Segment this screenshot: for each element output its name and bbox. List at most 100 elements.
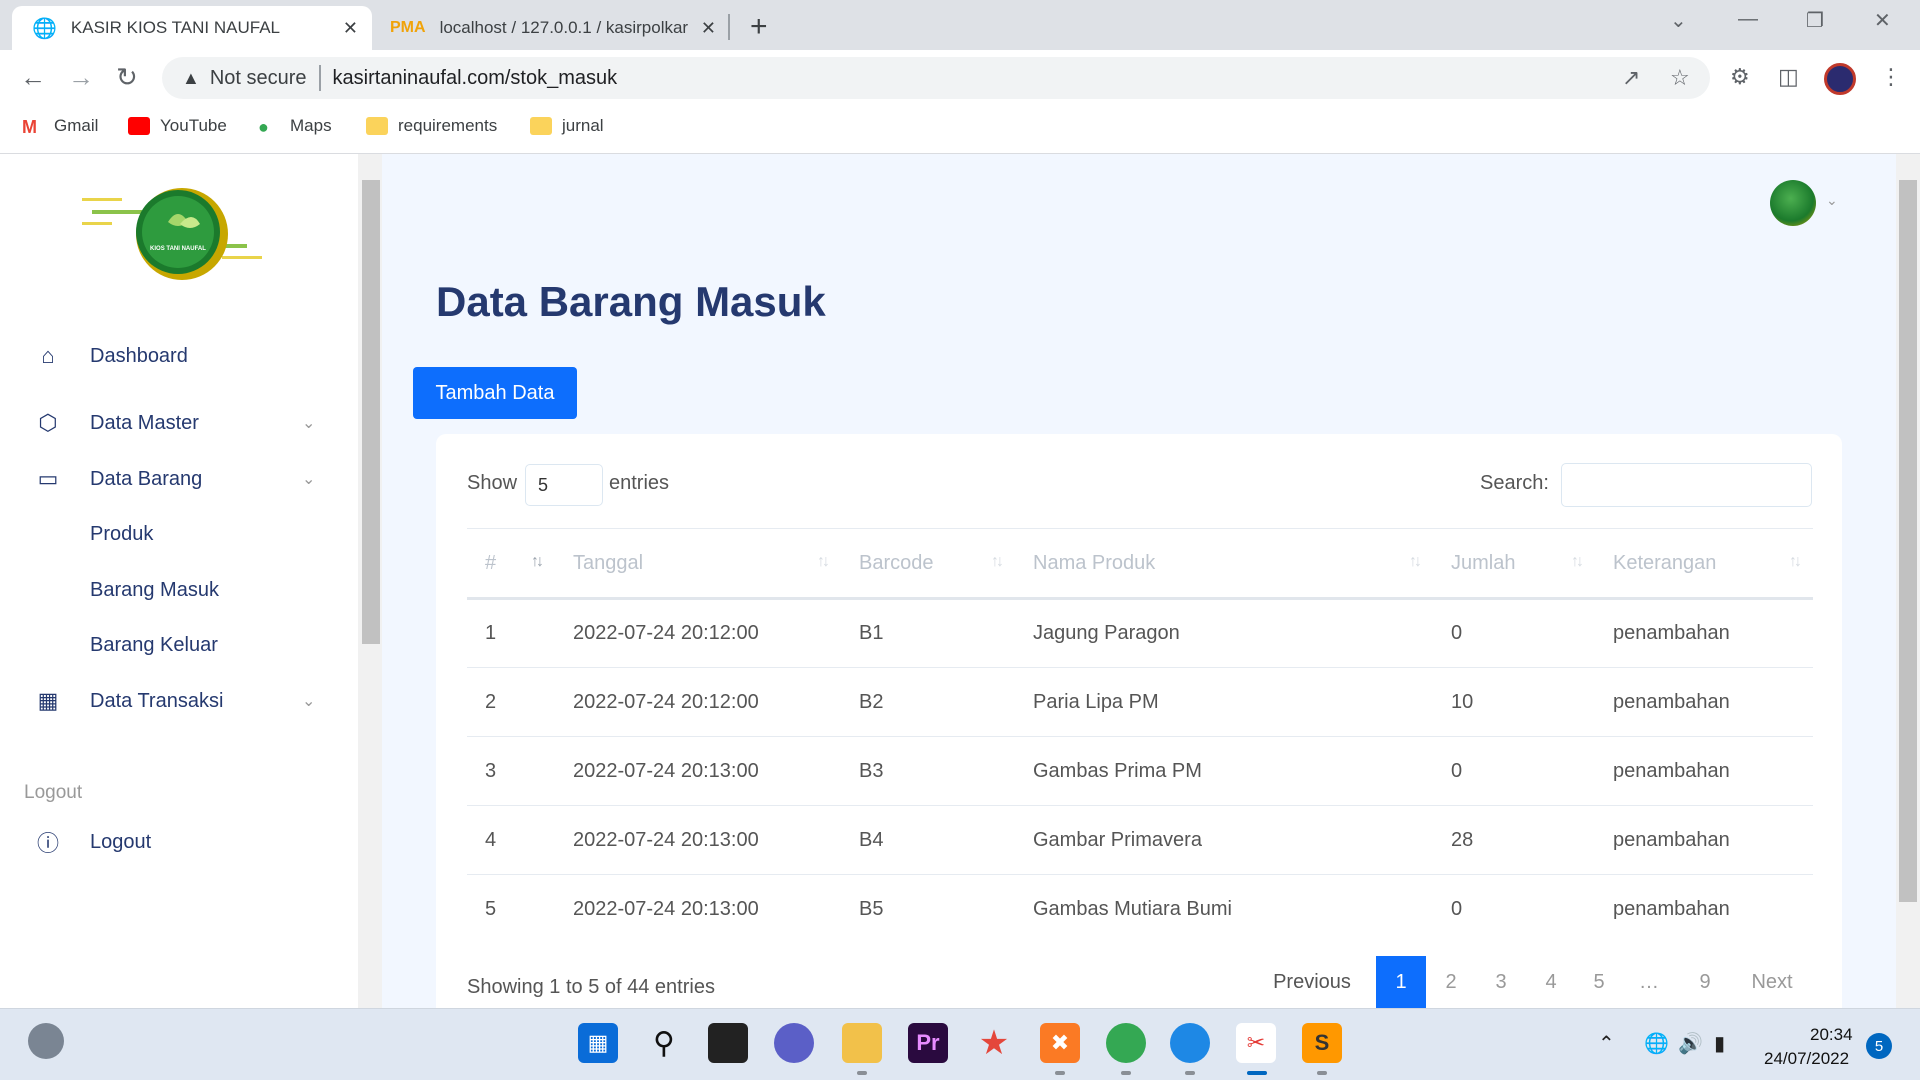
table-header-row: # ↑↓ Tanggal ↑↓ Barcode ↑↓ Nama Produk ↑↓ Ju… <box>467 528 1813 600</box>
globe-network-icon[interactable]: 🌐 <box>1644 1031 1669 1056</box>
restore-button[interactable]: ❐ <box>1806 8 1824 33</box>
chevron-up-icon[interactable]: ⌃ <box>1598 1031 1615 1056</box>
close-window-button[interactable]: ✕ <box>1874 8 1891 33</box>
sidebar-item-label: Data Barang <box>90 467 203 490</box>
header-label: Jumlah <box>1451 551 1516 574</box>
address-bar[interactable]: ▲ Not secure kasirtaninaufal.com/stok_ma… <box>162 57 1710 99</box>
star-icon[interactable]: ☆ <box>1670 65 1690 91</box>
bookmark-youtube[interactable]: YouTube <box>128 116 227 136</box>
column-header-tanggal[interactable]: Tanggal ↑↓ <box>555 528 841 600</box>
star-app-icon[interactable]: ★ <box>974 1023 1014 1063</box>
pagination-page-5[interactable]: 5 <box>1574 956 1624 1008</box>
clock-time[interactable]: 20:34 <box>1810 1025 1853 1045</box>
security-label[interactable]: Not secure <box>210 67 307 90</box>
sidebar-subitem-produk[interactable]: Produk <box>0 514 358 554</box>
column-header-nama-produk[interactable]: Nama Produk ↑↓ <box>1015 528 1433 600</box>
file-explorer-icon[interactable] <box>842 1023 882 1063</box>
table-row: 4 2022-07-24 20:13:00 B4 Gambar Primaver… <box>467 805 1813 875</box>
add-data-button[interactable]: Tambah Data <box>413 367 577 419</box>
forward-icon[interactable]: → <box>68 62 94 93</box>
start-icon[interactable]: ▦ <box>578 1023 618 1063</box>
back-icon[interactable]: ← <box>20 62 46 93</box>
pagination-page-9[interactable]: 9 <box>1680 956 1730 1008</box>
bookmark-maps[interactable]: ● Maps <box>258 116 332 137</box>
sidebar-item-data-barang[interactable]: ▭ Data Barang ⌄ <box>0 459 358 499</box>
sidebar-item-dashboard[interactable]: ⌂ Dashboard <box>0 336 358 376</box>
minimize-button[interactable]: — <box>1738 8 1758 31</box>
search-icon[interactable]: ⚲ <box>644 1023 684 1063</box>
xampp-icon[interactable]: ✖ <box>1040 1023 1080 1063</box>
bookmark-requirements[interactable]: requirements <box>366 116 497 136</box>
globe-icon: 🌐 <box>32 17 57 40</box>
pagination-previous[interactable]: Previous <box>1262 956 1362 1008</box>
weather-icon[interactable] <box>28 1023 64 1059</box>
bookmarks-bar: M Gmail YouTube ● Maps requirements jurn… <box>0 106 1920 154</box>
volume-icon[interactable]: 🔊 <box>1678 1031 1703 1056</box>
cell-keterangan: penambahan <box>1613 897 1730 920</box>
menu-kebab-icon[interactable]: ⋮ <box>1880 64 1902 90</box>
page-viewport: KIOS TANI NAUFAL ⌂ Dashboard ⬡ Data Mast… <box>0 154 1920 1008</box>
sidebar-item-label: Barang Keluar <box>90 633 218 656</box>
tab-phpmyadmin[interactable]: PMA localhost / 127.0.0.1 / kasirpolkar … <box>380 6 730 50</box>
bookmark-jurnal[interactable]: jurnal <box>530 116 604 136</box>
battery-icon[interactable]: ▮ <box>1714 1031 1725 1056</box>
column-header-jumlah[interactable]: Jumlah ↑↓ <box>1433 528 1595 600</box>
sidebar-subitem-barang-masuk[interactable]: Barang Masuk <box>0 570 358 610</box>
home-icon: ⌂ <box>41 343 55 368</box>
sidebar-item-logout[interactable]: ⓘ Logout <box>0 822 358 862</box>
profile-avatar[interactable] <box>1824 63 1856 95</box>
sidebar-item-data-transaksi[interactable]: ▦ Data Transaksi ⌄ <box>0 681 358 721</box>
header-label: Tanggal <box>573 551 644 574</box>
close-tab-icon[interactable]: ✕ <box>343 18 358 39</box>
column-header-barcode[interactable]: Barcode ↑↓ <box>841 528 1015 600</box>
column-header-number[interactable]: # ↑↓ <box>467 528 555 600</box>
cell-barcode: B4 <box>841 805 1015 875</box>
pagination-page-3[interactable]: 3 <box>1476 956 1526 1008</box>
pagination-next[interactable]: Next <box>1736 956 1808 1008</box>
search-input[interactable] <box>1561 463 1812 507</box>
sublime-icon[interactable]: S <box>1302 1023 1342 1063</box>
tab-kasir[interactable]: 🌐 KASIR KIOS TANI NAUFAL ✕ <box>12 6 372 50</box>
snipping-tool-icon[interactable]: ✂ <box>1236 1023 1276 1063</box>
chevron-down-icon[interactable]: ⌄ <box>1826 192 1838 209</box>
user-avatar[interactable] <box>1770 180 1816 226</box>
pagination-page-4[interactable]: 4 <box>1526 956 1576 1008</box>
edge-icon[interactable] <box>1170 1023 1210 1063</box>
share-icon[interactable]: ↗ <box>1622 65 1640 91</box>
page-scrollbar-thumb[interactable] <box>1899 180 1917 902</box>
pagination-page-1[interactable]: 1 <box>1376 956 1426 1008</box>
tab-search-icon[interactable]: ⌄ <box>1670 8 1687 33</box>
column-header-keterangan[interactable]: Keterangan ↑↓ <box>1595 528 1813 600</box>
table-row: 2 2022-07-24 20:12:00 B2 Paria Lipa PM 1… <box>467 667 1813 737</box>
close-tab-icon[interactable]: ✕ <box>701 18 716 39</box>
cell-jumlah: 10 <box>1433 667 1595 737</box>
extensions-icon[interactable]: ⚙ <box>1730 64 1750 90</box>
clock-date[interactable]: 24/07/2022 <box>1764 1049 1849 1069</box>
running-indicator <box>857 1071 867 1075</box>
taskbar: ▦ ⚲ Pr ★ ✖ ✂ S ⌃ 🌐 🔊 ▮ 20:34 24/07/2022 … <box>0 1008 1920 1080</box>
chat-icon[interactable] <box>774 1023 814 1063</box>
entries-select[interactable]: 5 <box>525 464 603 506</box>
side-panel-icon[interactable]: ◫ <box>1778 64 1799 90</box>
sidebar-item-data-master[interactable]: ⬡ Data Master ⌄ <box>0 403 358 443</box>
kios-tani-logo[interactable]: KIOS TANI NAUFAL <box>82 184 282 284</box>
premiere-icon[interactable]: Pr <box>908 1023 948 1063</box>
task-view-icon[interactable] <box>708 1023 748 1063</box>
sidebar-scrollbar-thumb[interactable] <box>362 180 380 644</box>
sidebar-subitem-barang-keluar[interactable]: Barang Keluar <box>0 625 358 665</box>
reload-icon[interactable]: ↻ <box>116 62 138 93</box>
header-label: Nama Produk <box>1033 551 1156 574</box>
bookmark-gmail[interactable]: M Gmail <box>22 116 98 137</box>
cell-number: 4 <box>467 805 555 875</box>
url-text[interactable]: kasirtaninaufal.com/stok_masuk <box>333 67 618 90</box>
notification-badge[interactable]: 5 <box>1866 1033 1892 1059</box>
card-icon: ▭ <box>37 466 59 491</box>
gmail-icon: M <box>22 117 44 137</box>
data-table: # ↑↓ Tanggal ↑↓ Barcode ↑↓ Nama Produk ↑↓ Ju… <box>467 528 1813 944</box>
new-tab-button[interactable]: + <box>750 10 768 44</box>
cell-tanggal: 2022-07-24 20:12:00 <box>555 598 841 668</box>
chrome-icon[interactable] <box>1106 1023 1146 1063</box>
pagination-page-2[interactable]: 2 <box>1426 956 1476 1008</box>
maps-icon: ● <box>258 117 269 137</box>
warning-icon[interactable]: ▲ <box>182 68 200 89</box>
